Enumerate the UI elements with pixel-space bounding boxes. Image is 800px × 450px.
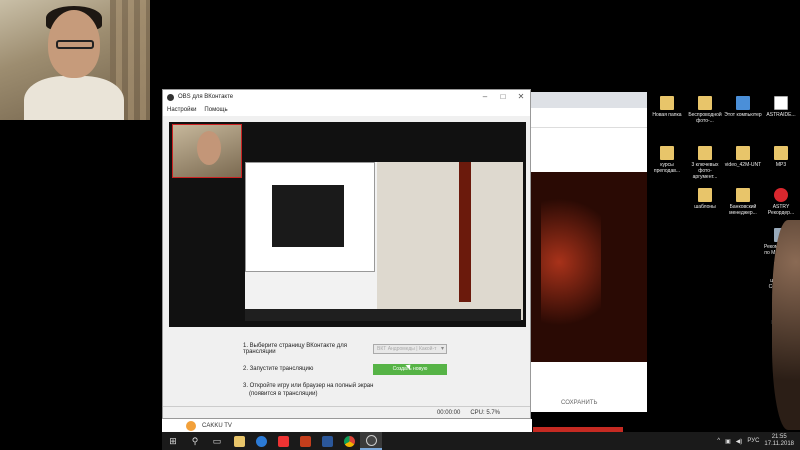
task-view-icon[interactable]: ▭ bbox=[206, 432, 228, 450]
folder-icon bbox=[698, 146, 712, 160]
preview-taskbar bbox=[245, 309, 521, 321]
volume-icon[interactable]: ◀) bbox=[736, 438, 743, 445]
word-icon[interactable] bbox=[316, 432, 338, 450]
search-icon[interactable]: ⚲ bbox=[184, 432, 206, 450]
tray-chevron-icon[interactable]: ^ bbox=[717, 438, 720, 444]
desktop-icon-label: video_42M-UNT bbox=[724, 162, 762, 168]
windows-taskbar: ⊞ ⚲ ▭ ^ ▣ ◀) РУС 21:55 17.11.2018 bbox=[0, 432, 800, 450]
start-icon[interactable]: ⊞ bbox=[162, 432, 184, 450]
desktop-icon[interactable]: MP3 bbox=[762, 146, 800, 168]
browser-video-area[interactable] bbox=[531, 172, 647, 362]
desktop-icon[interactable]: ASTRAIDE... bbox=[762, 96, 800, 118]
preview-nested-obs bbox=[245, 162, 375, 272]
folder-icon bbox=[698, 188, 712, 202]
red-icon bbox=[774, 188, 788, 202]
desktop-icon[interactable]: Банковский менеджер... bbox=[724, 188, 762, 216]
edge-icon[interactable] bbox=[250, 432, 272, 450]
system-tray[interactable]: ^ ▣ ◀) РУС 21:55 17.11.2018 bbox=[717, 434, 800, 448]
explorer-icon[interactable] bbox=[228, 432, 250, 450]
chrome-icon[interactable] bbox=[338, 432, 360, 450]
folder-icon bbox=[698, 96, 712, 110]
desktop-icon-label: ASTRAIDE... bbox=[766, 112, 796, 118]
preview-webcam bbox=[172, 124, 242, 178]
step1-row: 1. Выберите страницу ВКонтакте для транс… bbox=[243, 342, 493, 356]
save-label[interactable]: СОХРАНИТЬ bbox=[561, 400, 597, 406]
desktop-icon[interactable]: video_42M-UNT bbox=[724, 146, 762, 168]
yandex-icon[interactable] bbox=[272, 432, 294, 450]
folder-icon bbox=[736, 146, 750, 160]
input-language[interactable]: РУС bbox=[747, 438, 759, 444]
desktop-icon[interactable]: Этот компьютер bbox=[724, 96, 762, 118]
close-button[interactable]: ✕ bbox=[512, 90, 530, 104]
powerpoint-icon[interactable] bbox=[294, 432, 316, 450]
desktop-icon-label: 3 ключевых фото-аргумент... bbox=[691, 162, 719, 180]
doc-icon bbox=[774, 96, 788, 110]
pc-icon bbox=[736, 96, 750, 110]
step2-row: 2. Запустите трансляцию Создать новую bbox=[243, 362, 493, 376]
minimize-button[interactable]: – bbox=[476, 90, 494, 104]
desktop-icon-label: шаблоны bbox=[694, 204, 716, 210]
desktop-icon[interactable]: шаблоны bbox=[686, 188, 724, 210]
step2-label: 2. Запустите трансляцию bbox=[243, 366, 314, 372]
channel-name[interactable]: CAKKU TV bbox=[202, 423, 232, 429]
desktop-icon[interactable]: 3 ключевых фото-аргумент... bbox=[686, 146, 724, 180]
preview-webcam-face bbox=[197, 131, 221, 165]
folder-icon bbox=[774, 146, 788, 160]
webcam-overlay bbox=[0, 0, 150, 120]
obs-controls: 1. Выберите страницу ВКонтакте для транс… bbox=[243, 342, 493, 398]
desktop-icon-label: Банковский менеджер... bbox=[729, 204, 757, 216]
edge-person bbox=[772, 220, 800, 430]
desktop-icon-label: Новая папка bbox=[652, 112, 682, 118]
preview-video-strip bbox=[459, 162, 471, 302]
channel-avatar bbox=[186, 420, 196, 431]
obs-taskbar-icon[interactable] bbox=[360, 432, 382, 450]
background-browser-window[interactable]: СОХРАНИТЬ bbox=[531, 92, 647, 412]
desktop-icon-label: курсы преподав... bbox=[653, 162, 681, 174]
clock[interactable]: 21:55 17.11.2018 bbox=[764, 434, 794, 448]
desktop-icon[interactable]: Новая папка bbox=[648, 96, 686, 118]
desktop-icon[interactable]: Беспроводной фото-... bbox=[686, 96, 724, 124]
maximize-button[interactable]: □ bbox=[494, 90, 512, 104]
clock-time: 21:55 bbox=[771, 434, 787, 440]
desktop-icon[interactable]: ASTRY Рекордер... bbox=[762, 188, 800, 216]
video-glow bbox=[541, 182, 601, 342]
menu-settings[interactable]: Настройки bbox=[167, 107, 196, 113]
desktop-icon-label: Этот компьютер bbox=[724, 112, 762, 118]
preview-nested-preview bbox=[272, 185, 344, 247]
step1-label: 1. Выберите страницу ВКонтакте для транс… bbox=[243, 343, 348, 355]
preview-desktop bbox=[377, 162, 523, 320]
webcam-person-body bbox=[24, 76, 124, 120]
menu-help[interactable]: Помощь bbox=[204, 107, 227, 113]
page-select[interactable]: ВКТ Андромеды | Какой-т bbox=[373, 344, 447, 354]
browser-address-bar[interactable] bbox=[531, 108, 647, 128]
obs-statusbar: 00:00:00 CPU: 5.7% bbox=[163, 406, 530, 418]
desktop-icon[interactable]: курсы преподав... bbox=[648, 146, 686, 174]
taskbar-left-black bbox=[0, 432, 162, 450]
vk-channel-strip[interactable]: CAKKU TV bbox=[162, 419, 532, 432]
network-icon[interactable]: ▣ bbox=[725, 438, 731, 445]
browser-tabbar[interactable] bbox=[531, 92, 647, 108]
folder-icon bbox=[660, 146, 674, 160]
webcam-person-glasses bbox=[56, 40, 94, 49]
stream-preview bbox=[169, 122, 526, 327]
step3-note: (появится в трансляции) bbox=[249, 391, 318, 397]
folder-icon bbox=[660, 96, 674, 110]
folder-icon bbox=[736, 188, 750, 202]
obs-titlebar[interactable]: OBS для ВКонтакте – □ ✕ bbox=[163, 90, 530, 104]
desktop-icon-label: ASTRY Рекордер... bbox=[767, 204, 795, 216]
desktop-icon-label: Беспроводной фото-... bbox=[688, 112, 722, 124]
stream-time: 00:00:00 bbox=[436, 409, 461, 416]
desktop-icon-label: MP3 bbox=[775, 162, 787, 168]
clock-date: 17.11.2018 bbox=[764, 441, 794, 447]
obs-title: OBS для ВКонтакте bbox=[178, 94, 234, 100]
obs-menubar: Настройки Помощь bbox=[163, 104, 530, 116]
cpu-usage: CPU: 5.7% bbox=[470, 409, 500, 416]
obs-window[interactable]: OBS для ВКонтакте – □ ✕ Настройки Помощь… bbox=[162, 89, 531, 419]
step3: 3. Откройте игру или браузер на полный э… bbox=[243, 382, 493, 398]
obs-app-icon bbox=[167, 93, 174, 101]
step3-label: 3. Откройте игру или браузер на полный э… bbox=[243, 383, 374, 389]
